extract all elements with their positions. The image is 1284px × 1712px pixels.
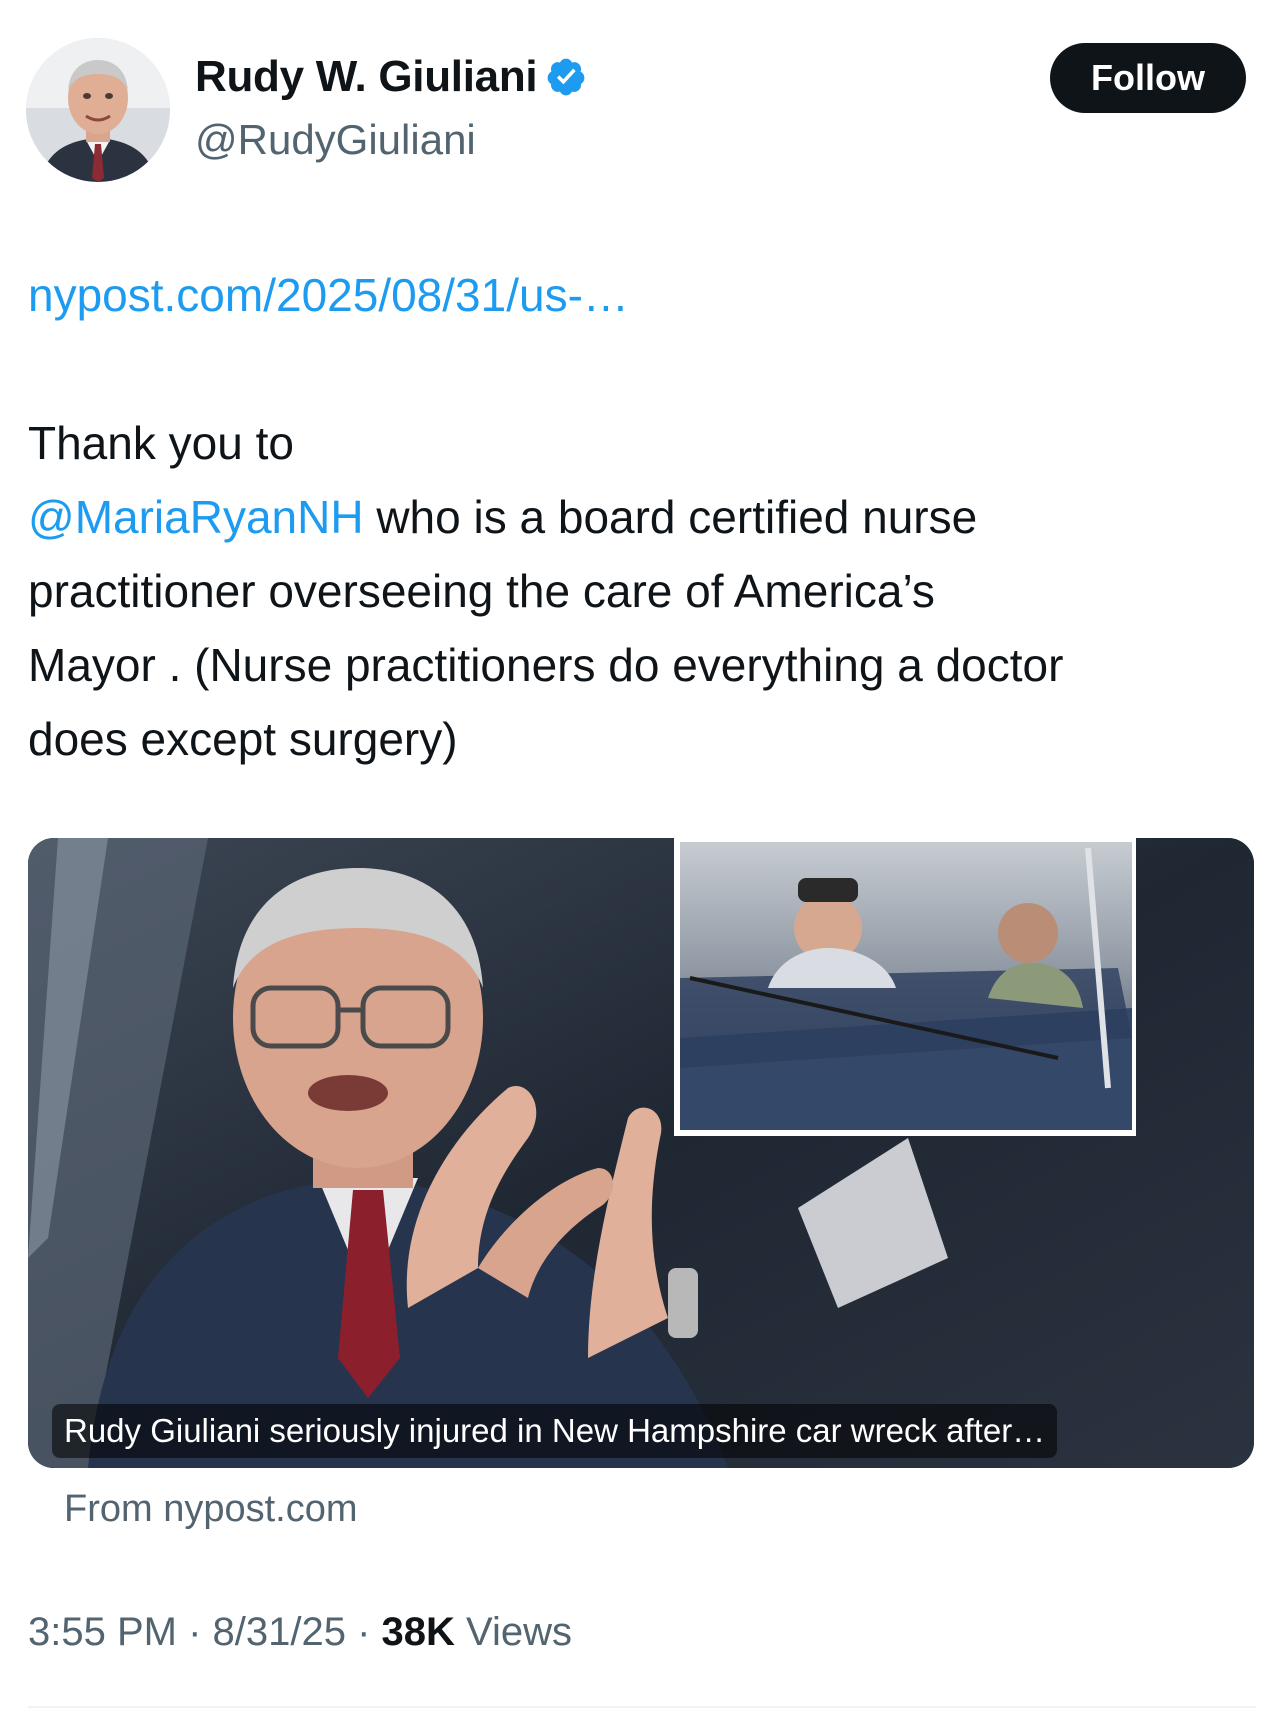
author-name-row[interactable]: Rudy W. Giuliani bbox=[195, 52, 587, 102]
tweet-time: 3:55 PM bbox=[28, 1610, 177, 1654]
author-display-name[interactable]: Rudy W. Giuliani bbox=[195, 52, 538, 102]
mention-link[interactable]: @MariaRyanNH bbox=[28, 491, 364, 543]
tweet: Rudy W. Giuliani @RudyGiuliani Follow ny… bbox=[0, 0, 1284, 1712]
tweet-text-line-4: Mayor . (Nurse practitioners do everythi… bbox=[28, 639, 1064, 691]
card-caption: Rudy Giuliani seriously injured in New H… bbox=[52, 1404, 1058, 1458]
tweet-text-line-3: practitioner overseeing the care of Amer… bbox=[28, 565, 935, 617]
meta-separator-2: · bbox=[345, 1610, 382, 1654]
views-label: Views bbox=[454, 1610, 573, 1654]
article-image bbox=[28, 838, 1254, 1468]
views-count: 38K bbox=[381, 1610, 455, 1654]
follow-button[interactable]: Follow bbox=[1050, 43, 1246, 113]
tweet-meta: 3:55 PM · 8/31/25 · 38K Views bbox=[28, 1610, 572, 1655]
avatar-photo bbox=[26, 38, 170, 182]
author-handle[interactable]: @RudyGiuliani bbox=[195, 116, 476, 164]
article-link[interactable]: nypost.com/2025/08/31/us-… bbox=[28, 268, 629, 322]
tweet-date: 8/31/25 bbox=[212, 1610, 346, 1654]
tweet-text-line-5: does except surgery) bbox=[28, 713, 458, 765]
tweet-time-link[interactable]: 3:55 PM · 8/31/25 bbox=[28, 1610, 346, 1654]
avatar[interactable] bbox=[26, 38, 170, 182]
tweet-text-line-2-rest: who is a board certified nurse bbox=[363, 491, 978, 543]
verified-badge-icon bbox=[545, 56, 587, 98]
divider bbox=[28, 1706, 1256, 1708]
tweet-text-line-2: @MariaRyanNH who is a board certified nu… bbox=[28, 480, 1268, 554]
meta-separator-1: · bbox=[176, 1610, 213, 1654]
tweet-text: Thank you to @MariaRyanNH who is a board… bbox=[28, 406, 1268, 776]
tweet-text-line-1: Thank you to bbox=[28, 417, 294, 469]
link-preview-card[interactable]: Rudy Giuliani seriously injured in New H… bbox=[28, 838, 1254, 1468]
card-source[interactable]: From nypost.com bbox=[64, 1488, 358, 1531]
